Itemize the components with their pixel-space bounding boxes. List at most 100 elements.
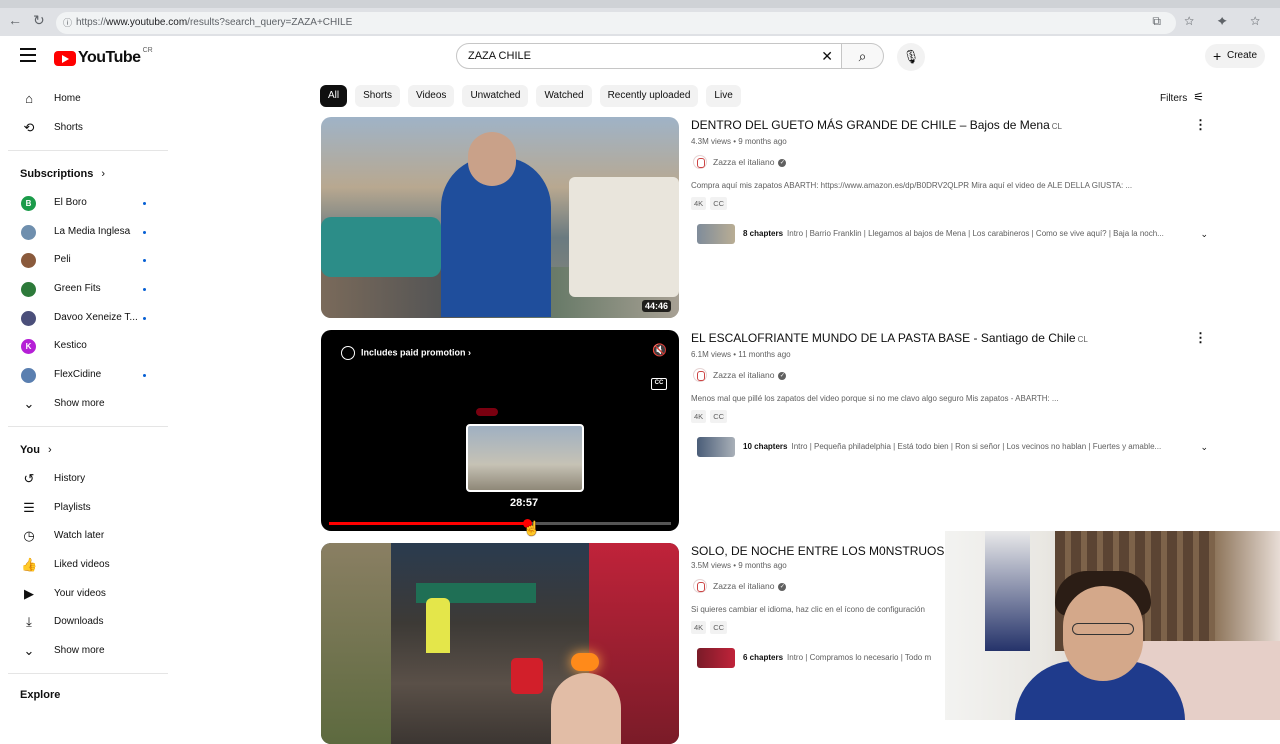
sidebar-item-la-media-inglesa[interactable]: La Media Inglesa bbox=[0, 219, 168, 245]
voice-search-button[interactable]: 🎙 bbox=[897, 43, 925, 71]
chip-videos[interactable]: Videos bbox=[408, 85, 455, 107]
new-content-dot bbox=[143, 288, 146, 291]
url-prefix: https:// bbox=[76, 17, 107, 28]
language-tag: CL bbox=[1077, 335, 1088, 344]
sidebar-item-liked-videos[interactable]: 👍 Liked videos bbox=[0, 552, 168, 578]
avatar bbox=[21, 311, 36, 326]
channel-link[interactable]: Zazza el italiano ✓ bbox=[691, 155, 1221, 169]
youtube-logo[interactable]: YouTube CR bbox=[54, 47, 153, 68]
avatar: K bbox=[21, 339, 36, 354]
video-info: EL ESCALOFRIANTE MUNDO DE LA PASTA BASE … bbox=[691, 330, 1221, 457]
browser-extension-icons[interactable]: ⧉ ☆ ✦ ☆ bbox=[1152, 14, 1270, 29]
chevron-down-icon: ⌄ bbox=[23, 396, 35, 411]
video-title[interactable]: DENTRO DEL GUETO MÁS GRANDE DE CHILE – B… bbox=[691, 117, 1221, 135]
chip-watched[interactable]: Watched bbox=[536, 85, 592, 107]
create-label: Create bbox=[1227, 50, 1258, 61]
chapter-thumbnail bbox=[697, 648, 735, 668]
show-more-label: Show more bbox=[54, 645, 105, 656]
search-input[interactable]: ZAZA CHILE ✕ bbox=[456, 43, 842, 69]
sidebar-divider bbox=[8, 150, 168, 151]
badge-cc: CC bbox=[710, 410, 728, 423]
new-content-dot bbox=[143, 231, 146, 234]
sidebar-item-playlists[interactable]: ☰ Playlists bbox=[0, 495, 168, 521]
view-count: 3.5M views bbox=[691, 561, 732, 570]
chip-live[interactable]: Live bbox=[706, 85, 741, 107]
avatar bbox=[21, 253, 36, 268]
show-more-you[interactable]: ⌄ Show more bbox=[0, 638, 168, 664]
sidebar-item-flexcidine[interactable]: FlexCidine bbox=[0, 362, 168, 388]
sidebar-item-davoo-xeneize[interactable]: Davoo Xeneize T... bbox=[0, 305, 168, 331]
badge-4k: 4K bbox=[691, 621, 707, 634]
sidebar-item-kestico[interactable]: K Kestico bbox=[0, 333, 168, 359]
captions-icon[interactable]: CC bbox=[651, 378, 667, 390]
show-more-subscriptions[interactable]: ⌄ Show more bbox=[0, 391, 168, 417]
reload-icon[interactable]: ↻ bbox=[33, 12, 45, 29]
channel-avatar bbox=[693, 155, 707, 169]
address-bar[interactable]: ⓘ https://www.youtube.com/results?search… bbox=[56, 12, 1176, 34]
you-heading-label: You bbox=[20, 444, 40, 456]
avatar bbox=[21, 282, 36, 297]
menu-icon[interactable] bbox=[20, 48, 36, 62]
chapters-count: 6 chapters bbox=[743, 653, 784, 662]
mute-icon[interactable]: 🔇 bbox=[652, 343, 667, 357]
progress-bar[interactable] bbox=[329, 519, 671, 528]
download-icon: ⤓ bbox=[26, 614, 32, 629]
paid-promotion-label[interactable]: Includes paid promotion › bbox=[341, 346, 471, 360]
video-thumbnail[interactable] bbox=[321, 543, 679, 744]
filter-chips: All Shorts Videos Unwatched Watched Rece… bbox=[320, 85, 741, 107]
sidebar-item-el-boro[interactable]: B El Boro bbox=[0, 190, 168, 216]
badge-4k: 4K bbox=[691, 410, 707, 423]
video-result: 44:46 DENTRO DEL GUETO MÁS GRANDE DE CHI… bbox=[321, 117, 1221, 318]
chapters-row[interactable]: 10 chapters Intro | Pequeña philadelphia … bbox=[691, 437, 1218, 457]
watch-later-icon: ◷ bbox=[23, 528, 35, 543]
sidebar-item-label: FlexCidine bbox=[54, 369, 102, 380]
chevron-right-icon: › bbox=[101, 168, 106, 180]
channel-avatar bbox=[693, 579, 707, 593]
video-title-text: DENTRO DEL GUETO MÁS GRANDE DE CHILE – B… bbox=[691, 118, 1050, 132]
filters-button[interactable]: Filters ⚟ bbox=[1160, 90, 1204, 104]
sidebar-item-label: El Boro bbox=[54, 197, 87, 208]
chip-recently-uploaded[interactable]: Recently uploaded bbox=[599, 85, 699, 107]
sidebar-item-downloads[interactable]: ⤓ Downloads bbox=[0, 609, 168, 635]
sidebar-item-label: Davoo Xeneize T... bbox=[54, 312, 138, 323]
video-description: Menos mal que pillé los zapatos del vide… bbox=[691, 394, 1059, 403]
sidebar-item-watch-later[interactable]: ◷ Watch later bbox=[0, 523, 168, 549]
chip-shorts[interactable]: Shorts bbox=[355, 85, 401, 107]
sidebar-item-home[interactable]: ⌂ Home bbox=[0, 86, 168, 112]
sidebar-item-label: Shorts bbox=[54, 122, 83, 133]
sidebar-item-peli[interactable]: Peli bbox=[0, 247, 168, 273]
more-actions-icon[interactable]: ⋮ bbox=[1194, 117, 1207, 133]
channel-link[interactable]: Zazza el italiano ✓ bbox=[691, 368, 1221, 382]
chevron-down-icon[interactable]: ⌄ bbox=[1200, 224, 1208, 244]
url-domain: www.youtube.com bbox=[106, 17, 188, 28]
create-button[interactable]: + Create bbox=[1205, 44, 1265, 68]
subscriptions-heading[interactable]: Subscriptions › bbox=[20, 168, 105, 180]
video-preview-player[interactable]: Includes paid promotion › 🔇 CC 28:57 bbox=[321, 330, 679, 531]
sidebar-item-shorts[interactable]: ⟲ Shorts bbox=[0, 115, 168, 141]
chip-unwatched[interactable]: Unwatched bbox=[462, 85, 529, 107]
avatar bbox=[21, 368, 36, 383]
sidebar-item-history[interactable]: ↺ History bbox=[0, 466, 168, 492]
search-button[interactable]: ⌕ bbox=[842, 43, 884, 69]
clear-search-icon[interactable]: ✕ bbox=[821, 44, 833, 68]
sidebar-item-green-fits[interactable]: Green Fits bbox=[0, 276, 168, 302]
video-thumbnail[interactable]: 44:46 bbox=[321, 117, 679, 318]
back-icon[interactable]: ← bbox=[8, 12, 22, 28]
chapters-row[interactable]: 8 chapters Intro | Barrio Franklin | Lleg… bbox=[691, 224, 1218, 244]
video-title[interactable]: EL ESCALOFRIANTE MUNDO DE LA PASTA BASE … bbox=[691, 330, 1221, 348]
sidebar-item-your-videos[interactable]: ▶ Your videos bbox=[0, 581, 168, 607]
playlists-icon: ☰ bbox=[23, 500, 35, 515]
promotion-icon bbox=[341, 346, 355, 360]
history-icon: ↺ bbox=[23, 471, 35, 486]
badges: 4K CC bbox=[691, 410, 1221, 423]
site-info-icon[interactable]: ⓘ bbox=[63, 12, 72, 34]
more-actions-icon[interactable]: ⋮ bbox=[1194, 330, 1207, 346]
sidebar-item-label: La Media Inglesa bbox=[54, 226, 131, 237]
channel-name: Zazza el italiano bbox=[713, 157, 775, 167]
you-heading[interactable]: You › bbox=[20, 444, 52, 456]
chip-all[interactable]: All bbox=[320, 85, 348, 107]
new-content-dot bbox=[143, 259, 146, 262]
chapters-count: 8 chapters bbox=[743, 229, 784, 238]
chevron-down-icon[interactable]: ⌄ bbox=[1200, 437, 1208, 457]
sidebar-item-label: Liked videos bbox=[54, 559, 110, 570]
